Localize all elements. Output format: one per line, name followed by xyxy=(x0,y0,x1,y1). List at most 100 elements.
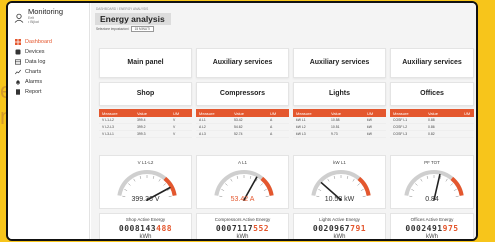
load-card-lights[interactable]: Lights xyxy=(293,82,386,106)
gauge-title: kW L1 xyxy=(333,160,346,165)
counter-tail: 552 xyxy=(253,224,270,233)
cell-value: 10.51 xyxy=(331,125,340,129)
load-card-shop[interactable]: Shop xyxy=(99,82,192,106)
energy-counter: 0002491975 xyxy=(391,224,473,233)
cell-unit: kW xyxy=(367,125,372,129)
breadcrumb[interactable]: DASHBOARD / ENERGY ANALYSIS xyxy=(96,7,148,11)
energy-title: Shop Active Energy xyxy=(125,217,166,222)
page-title: Energy analysis xyxy=(95,13,171,25)
app-header: Monitoring Eelt • Bijkat xyxy=(8,3,89,35)
user-role: • Bijkat xyxy=(28,20,39,24)
panel-card-aux-1[interactable]: Auxiliary services xyxy=(196,48,289,78)
gauge-tick xyxy=(128,183,131,186)
grid-icon xyxy=(15,39,21,45)
gauge-tick xyxy=(263,189,267,191)
load-title: Lights xyxy=(329,90,350,97)
gauge-card-voltage: V L1-L2 399.36 V xyxy=(99,155,192,209)
gauge-alarm-zone xyxy=(260,176,274,197)
table-row: kW L1 10.58 kW xyxy=(293,117,386,124)
sidebar-item-report[interactable]: Report xyxy=(8,87,89,97)
table-header: Measure Value UM xyxy=(196,109,289,117)
panel-title: Main panel xyxy=(127,59,164,66)
gauge-value: 0.84 xyxy=(425,196,439,203)
energy-card-offices: Offices Active Energy 0002491975 kWh xyxy=(390,213,474,239)
interval-select[interactable]: 15 MINUTI xyxy=(130,26,155,32)
gauge-tick xyxy=(225,183,228,186)
table-row: A L1 53.42 A xyxy=(196,117,289,124)
energy-counter: 0007117552 xyxy=(197,224,288,233)
gauge-tick xyxy=(453,189,457,191)
counter-main: 0008143 xyxy=(118,224,157,233)
cell-measure: kW L3 xyxy=(296,132,306,136)
cell-value: 0.82 xyxy=(428,132,435,136)
table-header: Measure Value UM xyxy=(390,109,474,117)
counter-main: 0007117 xyxy=(215,224,254,233)
table-row: A L3 52.74 A xyxy=(196,131,289,138)
column-header: Measure xyxy=(199,110,215,116)
table-row: kW L2 10.51 kW xyxy=(293,124,386,131)
sidebar-item-data-log[interactable]: Data log xyxy=(8,57,89,67)
energy-counter: 0008143488 xyxy=(100,224,191,233)
load-title: Compressors xyxy=(219,90,266,97)
column-header: Measure xyxy=(102,110,118,116)
gauge-tick xyxy=(415,183,418,186)
load-card-offices[interactable]: Offices xyxy=(390,82,474,106)
energy-counter: 0020967791 xyxy=(294,224,385,233)
measure-table-offices: Measure Value UM COSF L1 0.88 COSF L2 0.86 C… xyxy=(390,109,474,138)
sidebar-item-alarms[interactable]: Alarms xyxy=(8,77,89,87)
device-icon xyxy=(15,49,21,55)
cell-unit: A xyxy=(270,132,273,136)
panel-card-aux-2[interactable]: Auxiliary services xyxy=(293,48,386,78)
panel-card-aux-3[interactable]: Auxiliary services xyxy=(390,48,474,78)
sidebar-item-label: Report xyxy=(25,89,42,95)
gauge-tick xyxy=(411,189,415,191)
gauge-tick xyxy=(426,175,429,179)
cell-measure: V L3-L1 xyxy=(102,132,114,136)
gauge-tick xyxy=(221,189,225,191)
energy-title: Offices Active Energy xyxy=(410,217,454,222)
sidebar-item-charts[interactable]: Charts xyxy=(8,67,89,77)
sidebar-item-devices[interactable]: Devices xyxy=(8,47,89,57)
gauge-card-current: A L1 53.42 A xyxy=(196,155,289,209)
panel-title: Auxiliary services xyxy=(402,59,462,66)
gauge-title: PF TOT xyxy=(424,160,440,165)
gauge-tick xyxy=(318,189,322,191)
gauge-tick xyxy=(249,175,252,179)
gauge-card-power: kW L1 10.58 kW xyxy=(293,155,386,209)
panel-card-main[interactable]: Main panel xyxy=(99,48,192,78)
load-card-compressors[interactable]: Compressors xyxy=(196,82,289,106)
gauge-title: V L1-L2 xyxy=(137,160,154,165)
sidebar-item-dashboard[interactable]: Dashboard xyxy=(8,37,89,47)
bell-icon xyxy=(16,80,20,85)
counter-main: 0002491 xyxy=(405,224,443,233)
device-frame: Monitoring Eelt • Bijkat Dashboard Devic… xyxy=(6,1,478,241)
counter-main: 0020967 xyxy=(312,224,351,233)
app-title: Monitoring xyxy=(28,7,64,16)
column-header: Measure xyxy=(296,110,312,116)
sidebar: Monitoring Eelt • Bijkat Dashboard Devic… xyxy=(8,3,90,239)
column-header: UM xyxy=(173,110,180,116)
cell-unit: kW xyxy=(367,118,372,122)
energy-unit: kWh xyxy=(333,234,346,240)
cell-value: 399.3 xyxy=(137,132,146,136)
counter-tail: 791 xyxy=(350,224,367,233)
table-row: COSF L2 0.86 xyxy=(390,124,474,131)
table-row: COSF L3 0.82 xyxy=(390,131,474,138)
load-title: Shop xyxy=(136,90,155,97)
gauge-tick xyxy=(158,178,161,182)
energy-card-lights: Lights Active Energy 0020967791 kWh xyxy=(293,213,386,240)
cell-value: 10.58 xyxy=(331,118,340,122)
energy-card-shop: Shop Active Energy 0008143488 kWh xyxy=(99,213,192,240)
gauge-value: 53.42 A xyxy=(230,196,255,203)
table-header: Measure Value UM xyxy=(293,109,386,117)
table-row: V L2-L3 399.2 V xyxy=(99,124,192,131)
energy-unit: kWh xyxy=(139,234,152,240)
user-icon[interactable] xyxy=(14,13,24,23)
table-row: V L3-L1 399.3 V xyxy=(99,131,192,138)
gauge-card-power-factor: PF TOT 0.84 xyxy=(390,155,474,209)
table-row: A L2 54.62 A xyxy=(196,124,289,131)
table-row: COSF L1 0.88 xyxy=(390,117,474,124)
column-header: UM xyxy=(464,110,471,116)
cell-unit: A xyxy=(270,125,273,129)
cell-value: 52.74 xyxy=(234,132,243,136)
